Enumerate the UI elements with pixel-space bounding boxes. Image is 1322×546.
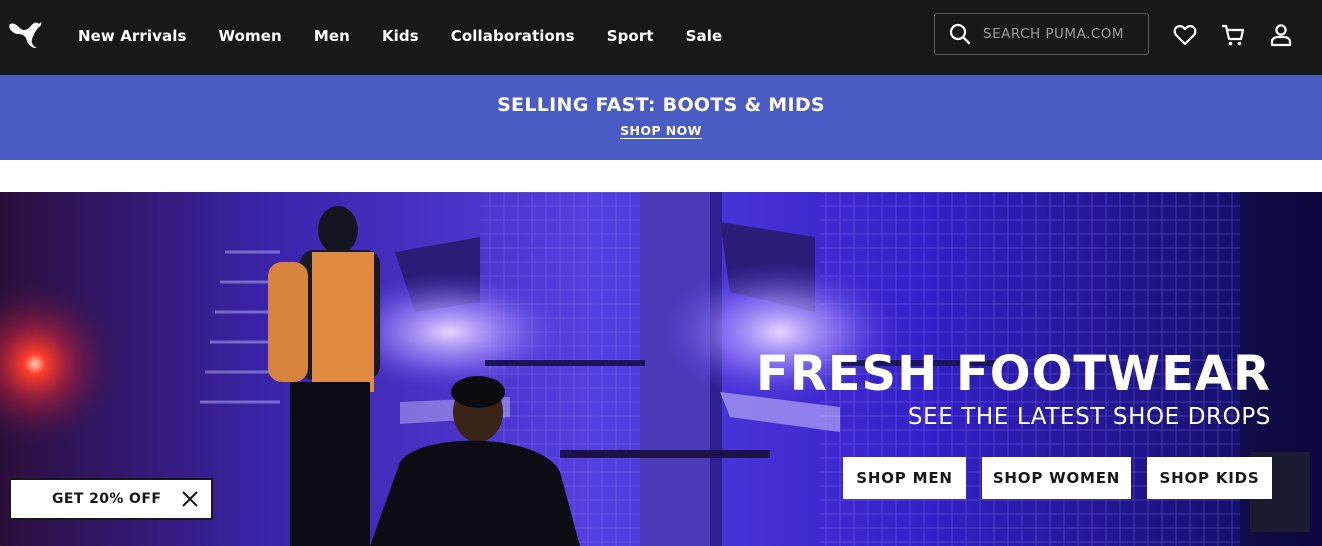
puma-logo-icon[interactable] xyxy=(8,18,44,50)
heart-icon[interactable] xyxy=(1172,22,1198,48)
account-icon[interactable] xyxy=(1268,22,1294,48)
search-icon[interactable] xyxy=(949,23,971,45)
nav-sport[interactable]: Sport xyxy=(607,27,654,45)
nav-men[interactable]: Men xyxy=(314,27,350,45)
cart-icon[interactable] xyxy=(1220,22,1246,48)
nav-collaborations[interactable]: Collaborations xyxy=(451,27,575,45)
nav-women[interactable]: Women xyxy=(219,27,282,45)
promo-title: SELLING FAST: BOOTS & MIDS xyxy=(497,94,825,116)
nav-kids[interactable]: Kids xyxy=(382,27,419,45)
nav-new-arrivals[interactable]: New Arrivals xyxy=(78,27,187,45)
hero-subtitle: SEE THE LATEST SHOE DROPS xyxy=(907,404,1271,430)
discount-tab[interactable]: GET 20% OFF xyxy=(9,478,213,520)
shop-women-button[interactable]: SHOP WOMEN xyxy=(982,457,1131,499)
search-box[interactable] xyxy=(934,13,1149,55)
shop-men-button[interactable]: SHOP MEN xyxy=(843,457,966,499)
nav-sale[interactable]: Sale xyxy=(686,27,723,45)
hero-title: FRESH FOOTWEAR xyxy=(756,346,1271,402)
shop-kids-button[interactable]: SHOP KIDS xyxy=(1147,457,1272,499)
promo-shop-now-link[interactable]: SHOP NOW xyxy=(620,123,702,138)
close-icon[interactable] xyxy=(181,490,199,508)
discount-label[interactable]: GET 20% OFF xyxy=(52,491,161,507)
site-header: New Arrivals Women Men Kids Collaboratio… xyxy=(0,0,1322,75)
search-input[interactable] xyxy=(983,26,1143,42)
promo-banner: SELLING FAST: BOOTS & MIDS SHOP NOW xyxy=(0,75,1322,160)
main-nav: New Arrivals Women Men Kids Collaboratio… xyxy=(78,0,754,72)
